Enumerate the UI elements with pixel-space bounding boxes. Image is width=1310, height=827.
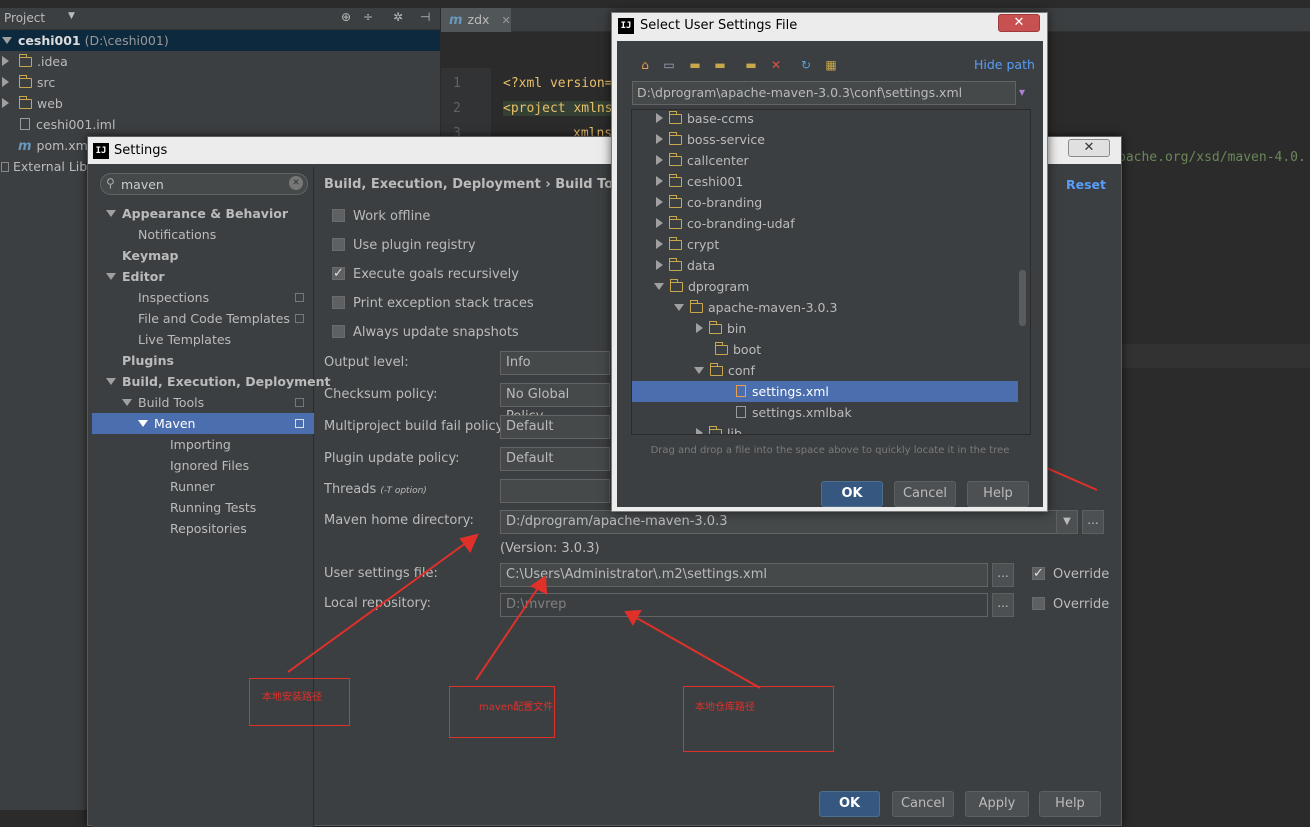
desktop-icon[interactable]: ▭ [661,57,677,73]
tree-folder-expanded[interactable]: dprogram [632,276,1018,297]
chooser-cancel-button[interactable]: Cancel [894,481,956,507]
tree-folder[interactable]: co-branding-udaf [632,213,1018,234]
intellij-logo-icon: IJ [618,18,634,34]
home-icon[interactable]: ⌂ [637,57,653,73]
chooser-title: Select User Settings File [640,18,798,33]
tree-folder[interactable]: data [632,255,1018,276]
new-folder-icon[interactable]: ▬ [743,57,759,73]
file-tree: base-ccms boss-service callcenter ceshi0… [631,109,1031,435]
folder-icon [690,300,703,313]
folder-icon [669,216,682,229]
module-folder-icon[interactable]: ▬ [712,57,728,73]
tree-scrollbar[interactable] [1019,270,1026,326]
path-input[interactable]: D:\dprogram\apache-maven-3.0.3\conf\sett… [632,81,1016,105]
tree-folder[interactable]: co-branding [632,192,1018,213]
tree-folder[interactable]: crypt [632,234,1018,255]
folder-icon [709,321,722,334]
tree-folder[interactable]: callcenter [632,150,1018,171]
folder-icon [669,174,682,187]
folder-icon [669,237,682,250]
close-button[interactable]: ✕ [998,14,1040,32]
hide-path-link[interactable]: Hide path [974,57,1035,72]
arrow-user-settings [475,584,541,681]
arrow-local-repo [634,616,761,689]
folder-icon [669,111,682,124]
annotation-box-repo: 本地仓库路径 [683,686,834,752]
tree-folder-expanded[interactable]: conf [632,360,1018,381]
folder-icon [669,258,682,271]
chooser-body: ⌂ ▭ ▬ ▬ ▬ ✕ ↻ ▦ Hide path D:\dprogram\ap… [617,41,1043,507]
select-settings-file-dialog: IJ Select User Settings File ✕ ⌂ ▭ ▬ ▬ ▬… [611,12,1048,512]
tree-folder[interactable]: base-ccms [632,110,1018,129]
tree-folder[interactable]: lib [632,423,1018,434]
tree-folder[interactable]: boot [632,339,1018,360]
tree-folder[interactable]: bin [632,318,1018,339]
tree-file[interactable]: settings.xmlbak [632,402,1018,423]
tree-file-settings-xml[interactable]: settings.xml [632,381,1018,402]
folder-icon [709,426,722,434]
tree-folder[interactable]: boss-service [632,129,1018,150]
history-icon[interactable]: ▾ [1019,85,1025,99]
tree-folder[interactable]: ceshi001 [632,171,1018,192]
file-icon [736,406,746,418]
folder-icon [669,153,682,166]
tree-folder-expanded[interactable]: apache-maven-3.0.3 [632,297,1018,318]
arrow-head [459,533,479,553]
chooser-ok-button[interactable]: OK [821,481,883,507]
folder-icon [670,279,683,292]
arrow-maven-home [287,539,471,673]
project-folder-icon[interactable]: ▬ [687,57,703,73]
xml-file-icon [736,385,746,397]
annotation-box-home: 本地安装路径 [249,678,350,726]
chooser-title-bar: IJ Select User Settings File ✕ [612,13,1047,41]
delete-icon[interactable]: ✕ [768,57,784,73]
show-hidden-icon[interactable]: ▦ [823,57,839,73]
drag-drop-hint: Drag and drop a file into the space abov… [650,445,1010,456]
annotation-box-settings: maven配置文件 [449,686,555,738]
folder-icon [715,342,728,355]
folder-icon [710,363,723,376]
refresh-icon[interactable]: ↻ [798,57,814,73]
folder-icon [669,132,682,145]
arrow-head [530,575,548,595]
folder-icon [669,195,682,208]
chooser-help-button[interactable]: Help [967,481,1029,507]
